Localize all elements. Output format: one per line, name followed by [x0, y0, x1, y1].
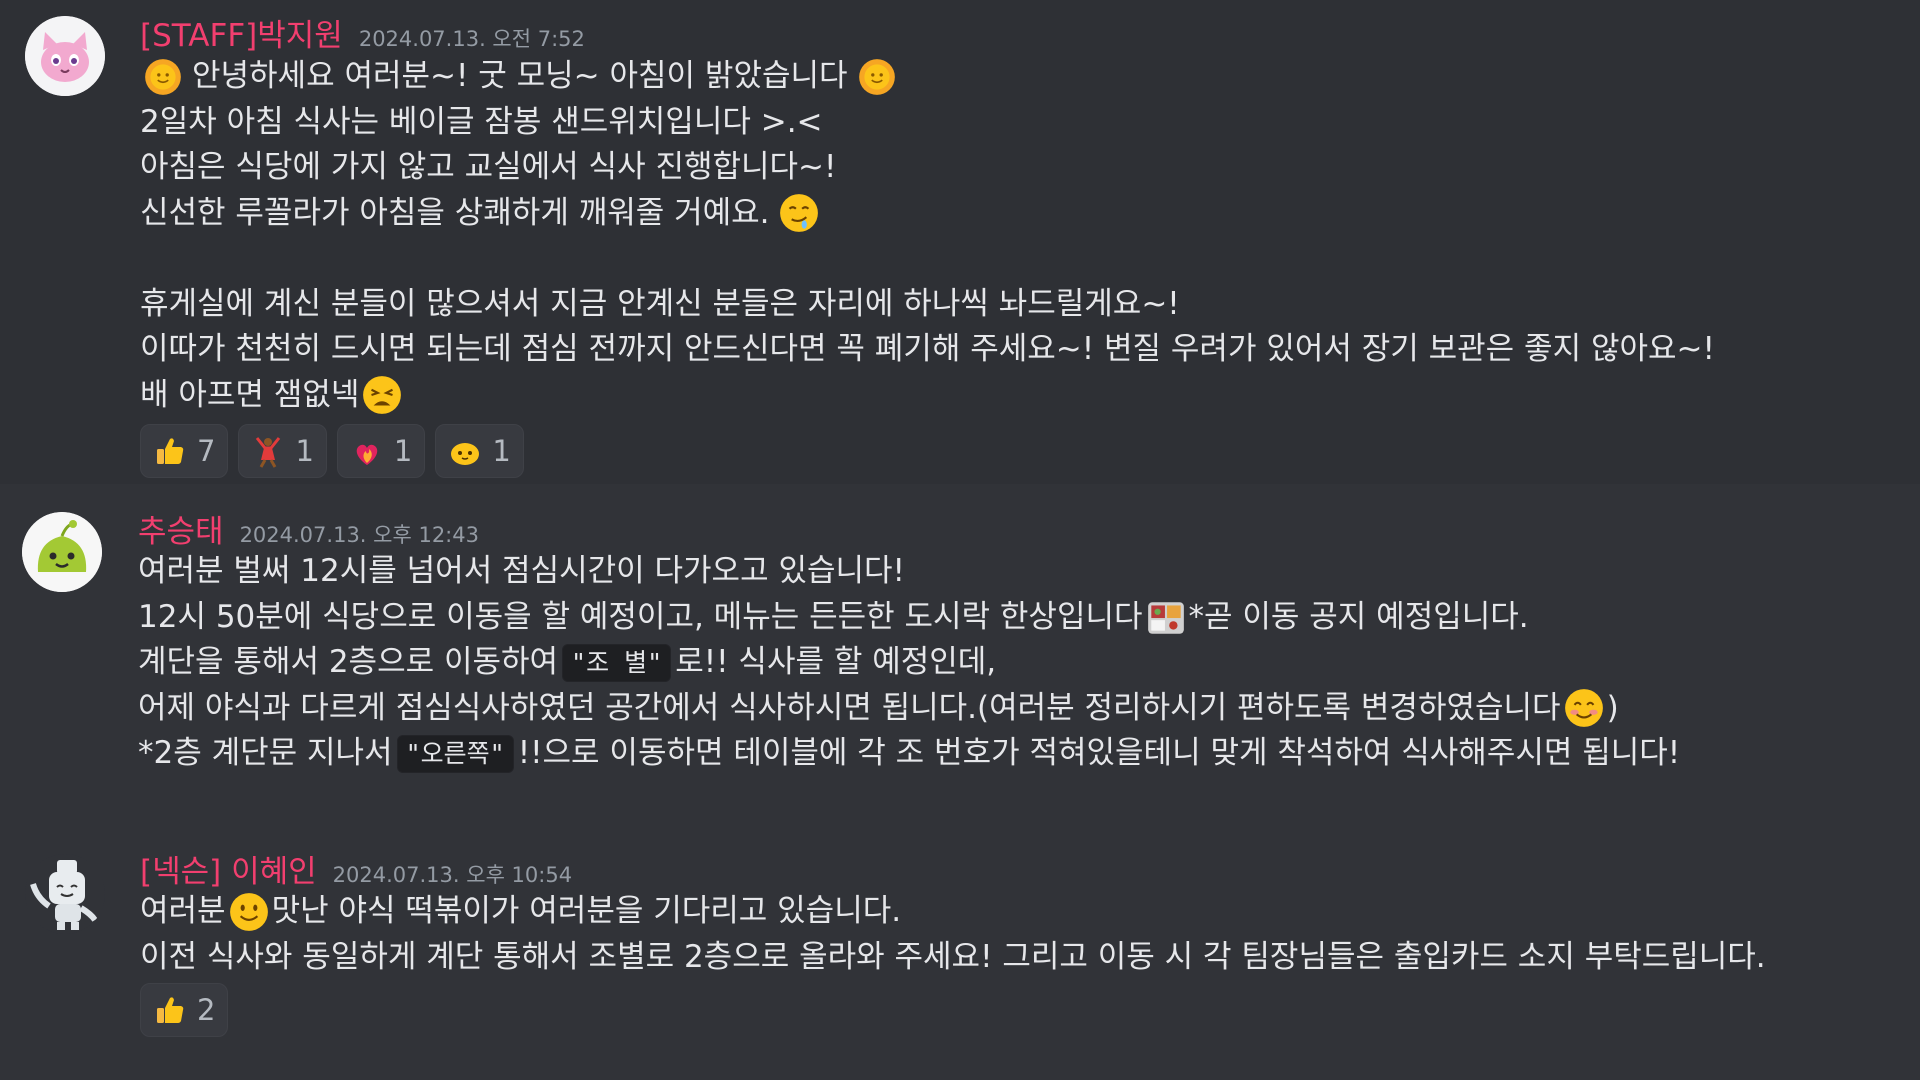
robot-mascot-avatar-icon	[30, 860, 98, 930]
blob-face-icon	[451, 443, 480, 465]
timestamp: 2024.07.13. 오후 10:54	[332, 863, 573, 887]
avatar[interactable]	[25, 854, 105, 934]
sun-emoji-icon	[145, 58, 181, 95]
message-content: 여러분 벌써 12시를 넘어서 점심시간이 다가오고 있습니다! 12시 50분…	[138, 549, 1680, 777]
reactions-bar: 7 1 1 1	[140, 424, 524, 478]
message-text: 어제 야식과 다르게 점심식사하였던 공간에서 식사하시면 됩니다.(여러분 정…	[138, 689, 1561, 726]
message-line: 이전 식사와 동일하게 계단 통해서 조별로 2층으로 올라와 주세요! 그리고…	[140, 938, 1766, 975]
drooling-face-emoji-icon	[779, 194, 818, 233]
message-text: *2층 계단문 지나서	[138, 735, 393, 771]
message-line: 이따가 천천히 드시면 되는데 점심 전까지 안드신다면 꼭 폐기해 주세요~!…	[140, 331, 1715, 367]
message-line: 휴게실에 계신 분들이 많으셔서 지금 안계신 분들은 자리에 하나씩 놔드릴게…	[140, 285, 1180, 322]
message-line: 배 아프면 잼없넥	[140, 373, 1715, 419]
inline-code: "조 별"	[562, 643, 672, 682]
fire-heart-icon	[356, 444, 378, 465]
reaction-count: 1	[393, 434, 413, 468]
message-line: 여러분 벌써 12시를 넘어서 점심시간이 다가오고 있습니다!	[138, 553, 905, 589]
author-name[interactable]: 추승태	[138, 506, 224, 551]
reaction-count: 2	[197, 993, 216, 1027]
timestamp: 2024.07.13. 오전 7:52	[358, 27, 585, 51]
message-text: 신선한 루꼴라가 아침을 상쾌하게 깨워줄 거예요.	[140, 194, 770, 231]
message-line: 여러분 맛난 야식 떡볶이가 여러분을 기다리고 있습니다.	[140, 889, 1766, 935]
reaction-dancer[interactable]: 1	[238, 424, 327, 478]
thumbs-up-icon	[157, 997, 184, 1023]
message: [넥슨] 이혜인 2024.07.13. 오후 10:54 여러분 맛난 야식 …	[0, 814, 1920, 1080]
author-name[interactable]: [STAFF]박지원	[140, 10, 343, 55]
dancer-icon	[256, 437, 281, 468]
reaction-thumbs-up[interactable]: 2	[140, 983, 229, 1037]
message-line: 계단을 통해서 2층으로 이동하여 "조 별" 로!! 식사를 할 예정인데,	[138, 640, 1680, 686]
sun-emoji-icon	[858, 58, 895, 95]
message-line: 신선한 루꼴라가 아침을 상쾌하게 깨워줄 거예요.	[140, 191, 1715, 237]
pink-cat-avatar-icon	[25, 16, 105, 96]
message-text: 맛난 야식 떡볶이가 여러분을 기다리고 있습니다.	[271, 893, 902, 929]
message-line	[140, 236, 1715, 282]
avatar[interactable]	[25, 16, 105, 96]
inline-code: "오른쪽"	[396, 734, 514, 773]
message-text: 안녕하세요 여러분~! 굿 모닝~ 아침이 밝았습니다	[192, 58, 848, 94]
bento-box-emoji-icon	[1147, 602, 1184, 635]
message-line: 어제 야식과 다르게 점심식사하였던 공간에서 식사하시면 됩니다.(여러분 정…	[138, 686, 1680, 732]
message-content: 여러분 맛난 야식 떡볶이가 여러분을 기다리고 있습니다. 이전 식사와 동일…	[140, 889, 1766, 980]
message-text: !!으로 이동하면 테이블에 각 조 번호가 적혀있을테니 맞게 착석하여 식사…	[517, 735, 1681, 771]
slight-smile-emoji-icon	[229, 892, 268, 931]
message-text: 12시 50분에 식당으로 이동을 할 예정이고, 메뉴는 든든한 도시락 한상…	[138, 598, 1143, 635]
green-slime-avatar-icon	[22, 512, 102, 592]
smiling-blush-emoji-icon	[1564, 689, 1603, 728]
reaction-thumbs-up[interactable]: 7	[140, 424, 229, 478]
reaction-count: 7	[197, 434, 216, 468]
message: [STAFF]박지원 2024.07.13. 오전 7:52 안녕하세요 여러분…	[0, 0, 1920, 484]
message-text: 배 아프면 잼없넥	[140, 376, 360, 413]
reaction-fire[interactable]: 1	[336, 424, 426, 478]
message-line: 2일차 아침 식사는 베이글 잠봉 샌드위치입니다 >.<	[140, 103, 823, 140]
reactions-bar: 2	[140, 983, 229, 1037]
reaction-count: 1	[492, 434, 511, 468]
reaction-count: 1	[295, 434, 314, 468]
message-line: 12시 50분에 식당으로 이동을 할 예정이고, 메뉴는 든든한 도시락 한상…	[138, 595, 1680, 641]
message-line: *2층 계단문 지나서 "오른쪽" !!으로 이동하면 테이블에 각 조 번호가…	[138, 731, 1680, 777]
message-text: 여러분	[140, 893, 226, 929]
timestamp: 2024.07.13. 오후 12:43	[239, 523, 479, 547]
message: 추승태 2024.07.13. 오후 12:43 여러분 벌써 12시를 넘어서…	[0, 484, 1920, 814]
message-text: 로!! 식사를 할 예정인데,	[675, 644, 997, 680]
message-line: 안녕하세요 여러분~! 굿 모닝~ 아침이 밝았습니다	[140, 54, 1715, 100]
reaction-blob[interactable]: 1	[435, 424, 524, 478]
message-line: 아침은 식당에 가지 않고 교실에서 식사 진행합니다~!	[140, 149, 837, 185]
message-text: *곧 이동 공지 예정입니다.	[1188, 598, 1529, 635]
thumbs-up-icon	[157, 438, 184, 464]
message-text: )	[1606, 689, 1619, 726]
message-text: 계단을 통해서 2층으로 이동하여	[138, 644, 559, 680]
avatar[interactable]	[22, 512, 102, 592]
weary-face-emoji-icon	[363, 376, 402, 415]
author-name[interactable]: [넥슨] 이혜인	[140, 846, 317, 891]
message-content: 안녕하세요 여러분~! 굿 모닝~ 아침이 밝았습니다 2일차 아침 식사는 베…	[140, 54, 1715, 418]
